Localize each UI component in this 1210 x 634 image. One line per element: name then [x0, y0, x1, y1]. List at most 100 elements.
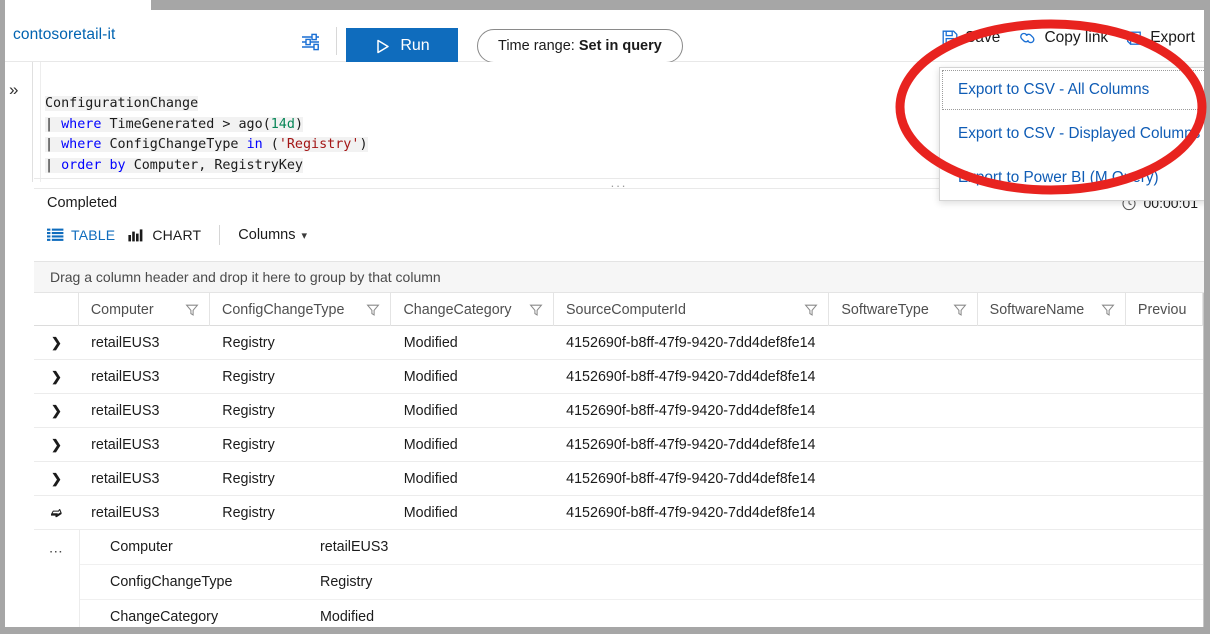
time-range-picker[interactable]: Time range: Set in query — [477, 29, 683, 63]
command-bar: contosoretail-it — [5, 10, 1204, 62]
browser-tab[interactable] — [3, 0, 151, 10]
play-icon — [374, 38, 391, 55]
cell-softwaretype — [829, 394, 977, 428]
filter-funnel-icon[interactable] — [1101, 303, 1115, 317]
filter-funnel-icon[interactable] — [529, 303, 543, 317]
grid-header-previous[interactable]: Previou — [1126, 293, 1203, 326]
results-grid: Computer ConfigChangeType ChangeCategory — [34, 293, 1204, 627]
tabs-divider — [219, 225, 220, 245]
grid-header-row: Computer ConfigChangeType ChangeCategory — [34, 293, 1203, 326]
group-by-hint-text: Drag a column header and drop it here to… — [50, 269, 441, 285]
workspace-name-link[interactable]: contosoretail-it — [13, 26, 115, 44]
cell-softwaretype — [829, 326, 977, 360]
row-expand-toggle[interactable]: ❯ — [34, 462, 79, 496]
tab-table-label: TABLE — [71, 227, 115, 243]
sliders-icon[interactable] — [297, 30, 325, 54]
cell-computer: retailEUS3 — [79, 360, 210, 394]
columns-dropdown-label: Columns — [238, 227, 295, 243]
browser-chrome-top — [0, 0, 1210, 10]
detail-field-row: ChangeCategory Modified — [80, 600, 1203, 627]
grid-header-softwarename-label: SoftwareName — [990, 302, 1085, 318]
cell-softwarename — [978, 428, 1126, 462]
grid-header-sourcecomputerid[interactable]: SourceComputerId — [554, 293, 829, 326]
grid-header-sourcecomputerid-label: SourceComputerId — [566, 302, 686, 318]
run-button[interactable]: Run — [346, 28, 458, 64]
menu-item-export-csv-displayed-columns[interactable]: Export to CSV - Displayed Columns — [940, 112, 1204, 156]
chevron-right-icon: ❯ — [51, 438, 62, 451]
cell-configchangetype: Registry — [210, 496, 391, 530]
cell-sourcecomputerid: 4152690f-b8ff-47f9-9420-7dd4def8fe14 — [554, 360, 829, 394]
chart-bars-icon — [128, 228, 145, 242]
filter-funnel-icon[interactable] — [185, 303, 199, 317]
filter-funnel-icon[interactable] — [953, 303, 967, 317]
cell-previous — [1126, 462, 1203, 496]
chevron-right-icon: ❯ — [51, 370, 62, 383]
code-line-2: | where TimeGenerated > ago(14d) — [45, 117, 303, 132]
menu-item-export-power-bi[interactable]: Export to Power BI (M Query) — [940, 156, 1204, 200]
row-expand-toggle[interactable]: ❯ — [34, 326, 79, 360]
grid-header-softwarename[interactable]: SoftwareName — [978, 293, 1126, 326]
tab-chart-label: CHART — [152, 227, 201, 243]
row-expand-toggle[interactable]: ❯ — [34, 360, 79, 394]
row-expand-toggle[interactable]: ❯ — [34, 428, 79, 462]
save-button-label: Save — [965, 29, 1000, 47]
grid-header-configchangetype[interactable]: ConfigChangeType — [210, 293, 391, 326]
cell-computer: retailEUS3 — [79, 428, 210, 462]
cell-previous — [1126, 394, 1203, 428]
filter-funnel-icon[interactable] — [366, 303, 380, 317]
application-window: contosoretail-it — [0, 0, 1210, 634]
detail-field-value: Registry — [320, 574, 372, 590]
results-view-tabs: TABLE CHART — [34, 219, 1204, 251]
editor-gutter — [34, 62, 41, 182]
cell-configchangetype: Registry — [210, 326, 391, 360]
ellipsis-icon[interactable]: ⋯ — [49, 544, 65, 558]
detail-field-value: Modified — [320, 609, 374, 625]
chevron-down-icon: ▾ — [302, 229, 308, 242]
detail-field-key: ConfigChangeType — [80, 574, 320, 590]
copy-link-button[interactable]: Copy link — [1009, 24, 1117, 52]
grid-header-softwaretype[interactable]: SoftwareType — [829, 293, 977, 326]
grid-header-computer[interactable]: Computer — [79, 293, 210, 326]
cell-changecategory: Modified — [392, 462, 554, 496]
row-collapse-toggle[interactable]: ➫ — [34, 496, 79, 530]
cell-changecategory: Modified — [392, 496, 554, 530]
columns-dropdown-button[interactable]: Columns ▾ — [238, 227, 307, 243]
export-button[interactable]: Export — [1117, 24, 1204, 52]
double-chevron-right-icon[interactable]: » — [9, 81, 18, 98]
code-line-4: | order by Computer, RegistryKey — [45, 158, 303, 173]
save-button[interactable]: Save — [932, 24, 1009, 52]
code-line-1: ConfigurationChange — [45, 96, 198, 111]
cell-previous — [1126, 326, 1203, 360]
detail-field-key: ChangeCategory — [80, 609, 320, 625]
export-button-label: Export — [1150, 29, 1195, 47]
cell-softwaretype — [829, 462, 977, 496]
table-row[interactable]: ❯ retailEUS3 Registry Modified 4152690f-… — [34, 462, 1203, 496]
tab-chart[interactable]: CHART — [128, 227, 201, 243]
cell-softwarename — [978, 326, 1126, 360]
table-row[interactable]: ❯ retailEUS3 Registry Modified 4152690f-… — [34, 428, 1203, 462]
chevron-right-icon: ❯ — [51, 472, 62, 485]
row-detail-menu[interactable]: ⋯ — [34, 530, 80, 627]
grid-header-changecategory[interactable]: ChangeCategory — [391, 293, 554, 326]
cell-computer: retailEUS3 — [79, 496, 210, 530]
cell-computer: retailEUS3 — [79, 326, 210, 360]
detail-field-row: ConfigChangeType Registry — [80, 565, 1203, 600]
row-expand-toggle[interactable]: ❯ — [34, 394, 79, 428]
cell-softwarename — [978, 360, 1126, 394]
filter-funnel-icon[interactable] — [804, 303, 818, 317]
group-by-drop-area[interactable]: Drag a column header and drop it here to… — [34, 261, 1204, 293]
cell-sourcecomputerid: 4152690f-b8ff-47f9-9420-7dd4def8fe14 — [554, 428, 829, 462]
table-row[interactable]: ❯ retailEUS3 Registry Modified 4152690f-… — [34, 326, 1203, 360]
grid-header-softwaretype-label: SoftwareType — [841, 302, 928, 318]
cell-softwarename — [978, 462, 1126, 496]
tab-table[interactable]: TABLE — [47, 227, 115, 243]
grid-header-configchangetype-label: ConfigChangeType — [222, 302, 344, 318]
cell-softwaretype — [829, 360, 977, 394]
cell-sourcecomputerid: 4152690f-b8ff-47f9-9420-7dd4def8fe14 — [554, 326, 829, 360]
table-row[interactable]: ❯ retailEUS3 Registry Modified 4152690f-… — [34, 360, 1203, 394]
menu-item-export-csv-all-columns[interactable]: Export to CSV - All Columns — [940, 68, 1204, 112]
cell-previous — [1126, 496, 1203, 530]
cell-configchangetype: Registry — [210, 360, 391, 394]
table-row[interactable]: ❯ retailEUS3 Registry Modified 4152690f-… — [34, 394, 1203, 428]
table-row[interactable]: ➫ retailEUS3 Registry Modified 4152690f-… — [34, 496, 1203, 530]
